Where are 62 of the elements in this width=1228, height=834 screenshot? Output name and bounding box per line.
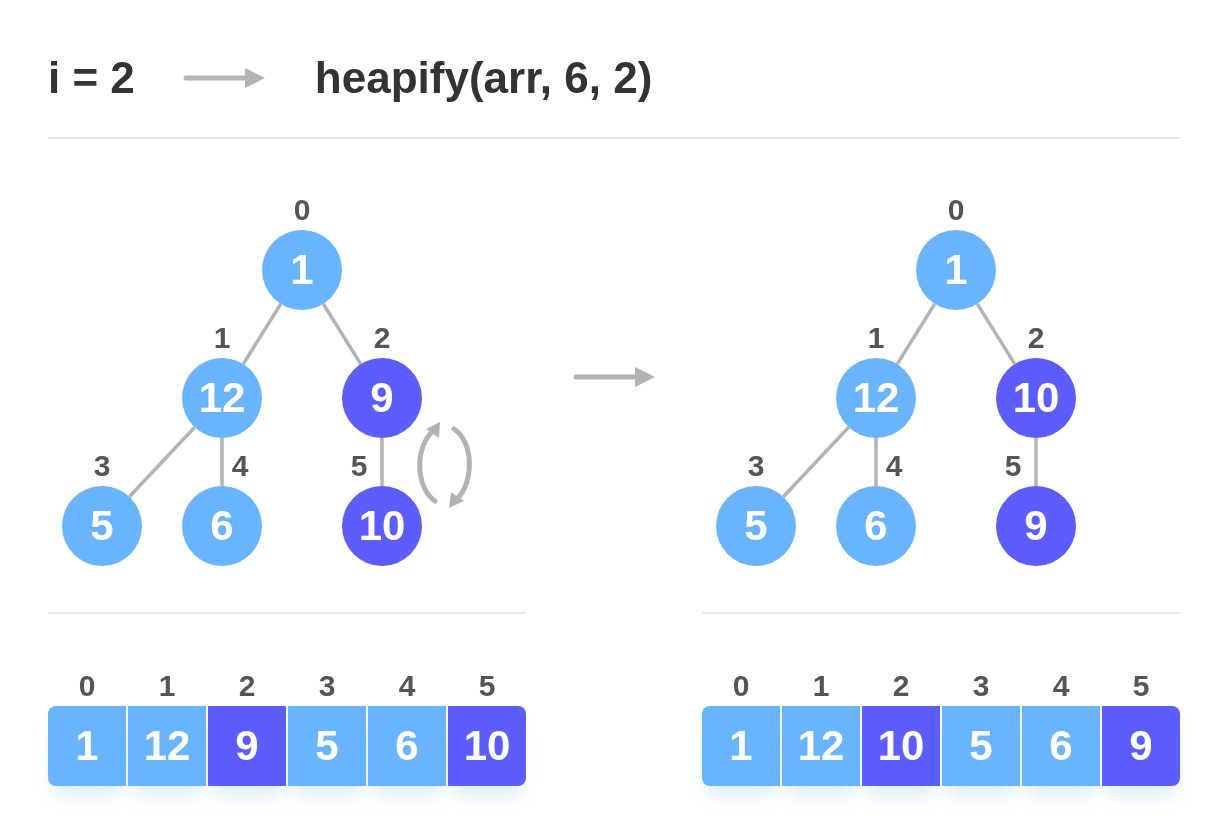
array-cell: 9 [1102, 706, 1180, 786]
index-label: 1 [812, 671, 830, 701]
array-cell: 5 [942, 706, 1020, 786]
tree-edge [128, 426, 196, 498]
index-label: 2 [892, 671, 910, 701]
array-cell: 9 [208, 706, 286, 786]
tree-edge [321, 303, 363, 365]
tree-node: 9 [342, 358, 422, 438]
index-label: 0 [947, 195, 965, 225]
index-label: 4 [885, 451, 903, 481]
tree-edge [241, 303, 283, 365]
index-label: 1 [158, 671, 176, 701]
tree-edge [874, 438, 878, 486]
function-call: heapify(arr, 6, 2) [314, 56, 653, 100]
index-label: 5 [1004, 451, 1022, 481]
index-label: 4 [1052, 671, 1070, 701]
tree-node: 10 [996, 358, 1076, 438]
tree-node: 6 [182, 486, 262, 566]
tree-node: 1 [262, 230, 342, 310]
index-label: 0 [293, 195, 311, 225]
array-cell: 10 [448, 706, 526, 786]
tree-node: 5 [62, 486, 142, 566]
index-label: 5 [350, 451, 368, 481]
array-cell: 1 [702, 706, 780, 786]
tree-node: 5 [716, 486, 796, 566]
index-label: 0 [732, 671, 750, 701]
index-label: 5 [1132, 671, 1150, 701]
tree-edge [1034, 438, 1038, 486]
array-cell: 10 [862, 706, 940, 786]
index-label: 4 [398, 671, 416, 701]
index-label: 2 [238, 671, 256, 701]
index-label: 5 [478, 671, 496, 701]
array-cell: 6 [1022, 706, 1100, 786]
index-label: 2 [373, 323, 391, 353]
arrow-icon [182, 67, 265, 89]
tree-node: 12 [182, 358, 262, 438]
array-cell: 1 [48, 706, 126, 786]
array-cell: 6 [368, 706, 446, 786]
index-label: 0 [78, 671, 96, 701]
index-label: 1 [213, 323, 231, 353]
index-label: 2 [1027, 323, 1045, 353]
index-label: 1 [867, 323, 885, 353]
arrow-icon [573, 366, 655, 388]
array-cell: 12 [128, 706, 206, 786]
tree-node: 9 [996, 486, 1076, 566]
index-label: 3 [972, 671, 990, 701]
tree-edge [220, 438, 224, 486]
index-label: 3 [747, 451, 765, 481]
array-cell: 5 [288, 706, 366, 786]
tree-edge [895, 303, 937, 365]
tree-edge [782, 426, 850, 498]
array-cell: 12 [782, 706, 860, 786]
step-label: i = 2 [48, 56, 135, 100]
tree-node: 10 [342, 486, 422, 566]
tree-edge [975, 303, 1017, 365]
tree-edge [380, 438, 384, 486]
tree-node: 12 [836, 358, 916, 438]
tree-node: 6 [836, 486, 916, 566]
tree-node: 1 [916, 230, 996, 310]
index-label: 3 [93, 451, 111, 481]
index-label: 4 [231, 451, 249, 481]
index-label: 3 [318, 671, 336, 701]
